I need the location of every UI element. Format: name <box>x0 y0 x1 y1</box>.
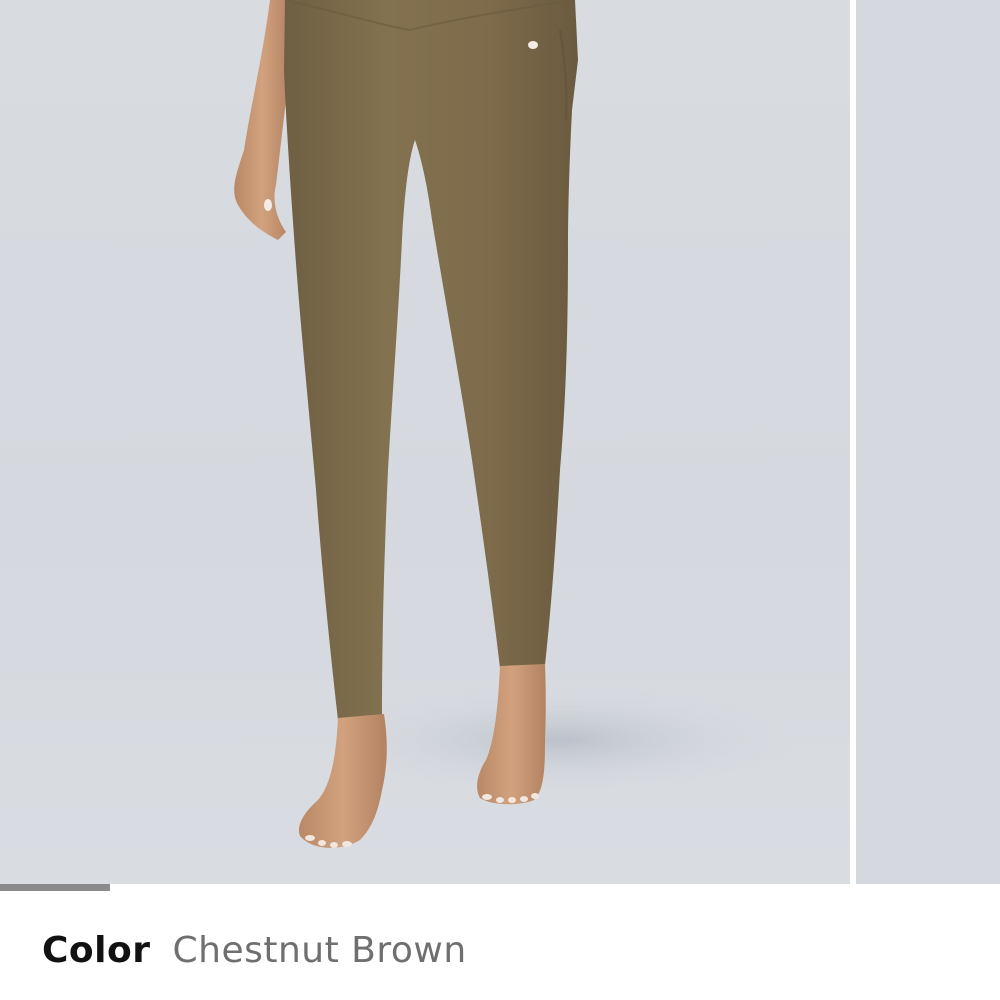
color-selector: Color Chestnut Brown <box>42 930 467 986</box>
gallery-slide-next[interactable] <box>856 0 1000 884</box>
leggings <box>284 0 578 720</box>
color-label: Color <box>42 930 151 971</box>
gallery-progress-bar <box>0 884 1000 891</box>
product-page: Color Chestnut Brown <box>0 0 1000 1000</box>
leggings-model-photo <box>234 0 800 848</box>
model-left-foot <box>298 714 387 848</box>
gallery-slide-current[interactable] <box>0 0 850 884</box>
floor-shadow <box>320 685 800 795</box>
leggings-model-photo-next <box>856 0 1000 884</box>
product-image-gallery[interactable] <box>0 0 1000 884</box>
selected-color-name: Chestnut Brown <box>172 930 467 971</box>
gallery-progress-fill <box>0 884 110 891</box>
model-left-hand <box>234 0 290 240</box>
